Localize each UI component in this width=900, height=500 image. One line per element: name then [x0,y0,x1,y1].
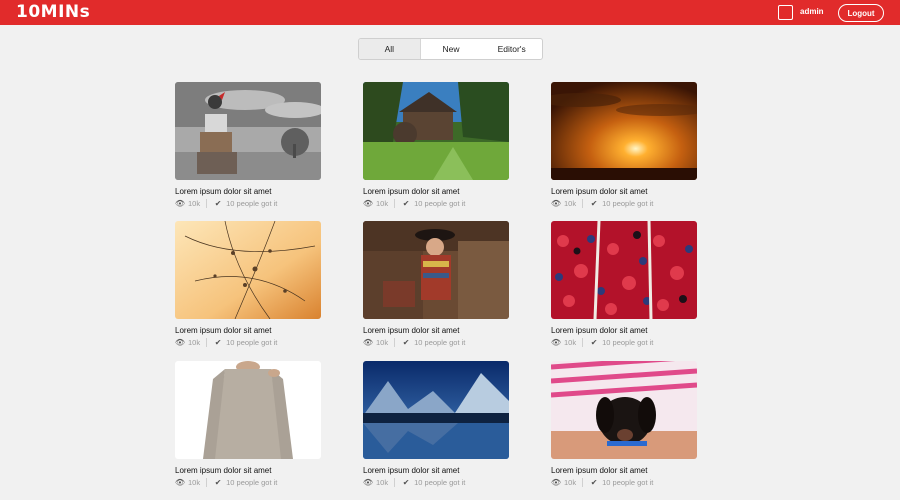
meta-divider [582,478,584,487]
image-card[interactable]: Lorem ipsum dolor sit amet 👁 10k ✔ 10 pe… [363,82,509,208]
got-it-count: 10 people got it [226,199,278,208]
card-meta: 👁 10k ✔ 10 people got it [175,478,321,487]
card-meta: 👁 10k ✔ 10 people got it [175,199,321,208]
view-count: 10k [564,338,577,347]
view-count: 10k [376,338,389,347]
image-card[interactable]: Lorem ipsum dolor sit amet 👁 10k ✔ 10 pe… [551,221,697,347]
got-it-count: 10 people got it [414,338,466,347]
image-card[interactable]: Lorem ipsum dolor sit amet 👁 10k ✔ 10 pe… [363,221,509,347]
view-count: 10k [376,478,389,487]
user-name[interactable]: admin [800,7,824,16]
eye-icon: 👁 [550,199,562,208]
image-card[interactable]: Lorem ipsum dolor sit amet 👁 10k ✔ 10 pe… [551,361,697,487]
image-card[interactable]: Lorem ipsum dolor sit amet 👁 10k ✔ 10 pe… [175,82,321,208]
view-count: 10k [188,338,201,347]
got-it-count: 10 people got it [414,199,466,208]
card-title[interactable]: Lorem ipsum dolor sit amet [175,466,321,475]
meta-divider [206,199,208,208]
card-meta: 👁 10k ✔ 10 people got it [551,338,697,347]
tab-new[interactable]: New [421,39,482,59]
meta-divider [582,199,584,208]
checkmark-icon: ✔ [214,478,222,487]
checkmark-icon: ✔ [590,199,598,208]
image-card[interactable]: Lorem ipsum dolor sit amet 👁 10k ✔ 10 pe… [363,361,509,487]
got-it-count: 10 people got it [602,338,654,347]
eye-icon: 👁 [550,338,562,347]
meta-divider [394,199,396,208]
card-title[interactable]: Lorem ipsum dolor sit amet [363,326,509,335]
checkmark-icon: ✔ [214,199,222,208]
got-it-count: 10 people got it [602,199,654,208]
image-card[interactable]: Lorem ipsum dolor sit amet 👁 10k ✔ 10 pe… [175,221,321,347]
card-image-berries[interactable] [551,221,697,319]
eye-icon: 👁 [174,338,186,347]
card-image-spider-web[interactable] [175,221,321,319]
checkmark-icon: ✔ [590,478,598,487]
card-title[interactable]: Lorem ipsum dolor sit amet [175,187,321,196]
view-count: 10k [376,199,389,208]
card-image-puppy[interactable] [551,361,697,459]
meta-divider [394,338,396,347]
card-title[interactable]: Lorem ipsum dolor sit amet [551,187,697,196]
filter-tabs: All New Editor's [358,38,543,60]
eye-icon: 👁 [550,478,562,487]
card-title[interactable]: Lorem ipsum dolor sit amet [551,466,697,475]
eye-icon: 👁 [174,478,186,487]
checkmark-icon: ✔ [402,478,410,487]
got-it-count: 10 people got it [226,478,278,487]
got-it-count: 10 people got it [414,478,466,487]
card-image-sunset[interactable] [551,82,697,180]
meta-divider [206,338,208,347]
app-logo[interactable]: 10MINs [16,2,90,22]
view-count: 10k [188,478,201,487]
image-card[interactable]: Lorem ipsum dolor sit amet 👁 10k ✔ 10 pe… [175,361,321,487]
avatar[interactable] [778,5,793,20]
card-meta: 👁 10k ✔ 10 people got it [363,338,509,347]
view-count: 10k [564,199,577,208]
card-meta: 👁 10k ✔ 10 people got it [363,199,509,208]
tab-editors[interactable]: Editor's [481,39,542,59]
eye-icon: 👁 [362,338,374,347]
card-title[interactable]: Lorem ipsum dolor sit amet [363,187,509,196]
card-image-sweater[interactable] [175,361,321,459]
checkmark-icon: ✔ [590,338,598,347]
card-title[interactable]: Lorem ipsum dolor sit amet [175,326,321,335]
card-image-watermill[interactable] [363,82,509,180]
eye-icon: 👁 [362,478,374,487]
top-bar: 10MINs admin Logout [0,0,900,25]
view-count: 10k [564,478,577,487]
eye-icon: 👁 [174,199,186,208]
view-count: 10k [188,199,201,208]
checkmark-icon: ✔ [214,338,222,347]
got-it-count: 10 people got it [602,478,654,487]
card-meta: 👁 10k ✔ 10 people got it [551,478,697,487]
card-meta: 👁 10k ✔ 10 people got it [175,338,321,347]
card-image-woman-hat[interactable] [363,221,509,319]
card-meta: 👁 10k ✔ 10 people got it [551,199,697,208]
card-title[interactable]: Lorem ipsum dolor sit amet [551,326,697,335]
card-image-mountain-lake[interactable] [363,361,509,459]
eye-icon: 👁 [362,199,374,208]
tab-all[interactable]: All [359,39,421,59]
card-image-animal-stack[interactable] [175,82,321,180]
meta-divider [582,338,584,347]
got-it-count: 10 people got it [226,338,278,347]
meta-divider [394,478,396,487]
card-meta: 👁 10k ✔ 10 people got it [363,478,509,487]
checkmark-icon: ✔ [402,338,410,347]
meta-divider [206,478,208,487]
image-card[interactable]: Lorem ipsum dolor sit amet 👁 10k ✔ 10 pe… [551,82,697,208]
logout-button[interactable]: Logout [838,4,884,22]
checkmark-icon: ✔ [402,199,410,208]
card-title[interactable]: Lorem ipsum dolor sit amet [363,466,509,475]
